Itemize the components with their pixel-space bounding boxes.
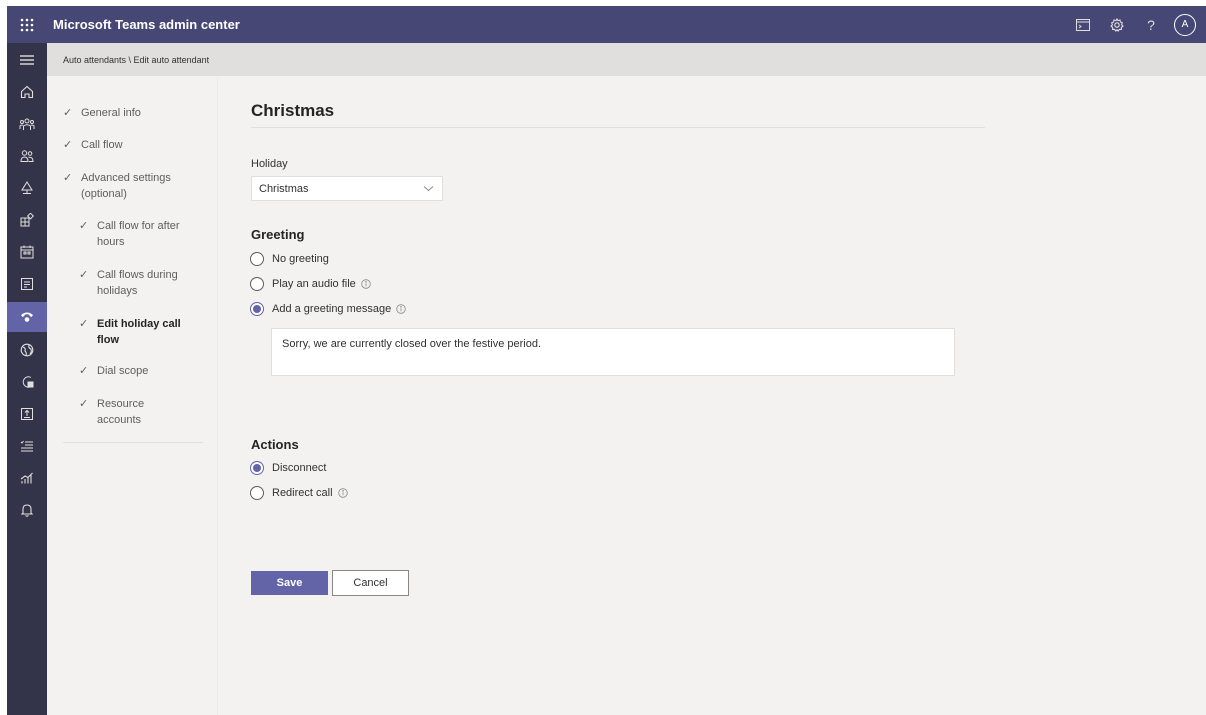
step-dial-scope[interactable]: ✓ Dial scope	[79, 363, 148, 379]
meetings-calendar-icon[interactable]	[7, 237, 47, 267]
step-call-flow[interactable]: ✓ Call flow	[63, 137, 123, 153]
save-button[interactable]: Save	[251, 571, 328, 595]
chevron-down-icon	[423, 183, 434, 197]
planning-checklist-icon[interactable]	[7, 431, 47, 461]
greeting-message-textarea[interactable]: Sorry, we are currently closed over the …	[271, 328, 955, 376]
step-label: Advanced settings (optional)	[81, 172, 171, 200]
top-icons: ? A	[1066, 6, 1202, 43]
apps-icon[interactable]	[7, 205, 47, 235]
radio-button-selected[interactable]	[250, 461, 264, 475]
step-label: Call flow	[81, 139, 123, 151]
help-icon[interactable]: ?	[1134, 6, 1168, 43]
cancel-button[interactable]: Cancel	[332, 570, 409, 596]
teams-admin-window: Microsoft Teams admin center ? A Auto at…	[7, 6, 1206, 715]
step-resource-accounts[interactable]: ✓ Resource accounts	[79, 396, 169, 428]
radio-label: Play an audio file	[272, 278, 356, 290]
holiday-dropdown-value: Christmas	[259, 182, 309, 195]
terminal-icon[interactable]	[1066, 6, 1100, 43]
teams-icon[interactable]	[7, 109, 47, 139]
step-label: Dial scope	[97, 365, 149, 377]
breadcrumb[interactable]: Auto attendants \ Edit auto attendant	[63, 55, 209, 65]
radio-label: Add a greeting message	[272, 303, 392, 315]
title-divider	[251, 127, 985, 128]
hamburger-menu-icon[interactable]	[7, 45, 47, 75]
policy-packages-icon[interactable]	[7, 367, 47, 397]
analytics-icon[interactable]	[7, 463, 47, 493]
breadcrumb-bar: Auto attendants \ Edit auto attendant	[47, 43, 1206, 76]
home-icon[interactable]	[7, 77, 47, 107]
users-icon[interactable]	[7, 141, 47, 171]
main-content: Christmas Holiday Christmas Greeting No …	[218, 76, 1206, 715]
settings-gear-icon[interactable]	[1100, 6, 1134, 43]
messaging-policies-icon[interactable]	[7, 269, 47, 299]
locations-globe-icon[interactable]	[7, 335, 47, 365]
step-label: Call flows during holidays	[97, 269, 178, 297]
step-label: General info	[81, 107, 141, 119]
step-label: Resource accounts	[97, 398, 145, 426]
radio-label: Redirect call	[272, 487, 333, 499]
info-icon[interactable]	[337, 488, 348, 498]
radio-label: No greeting	[272, 253, 329, 265]
step-advanced-settings[interactable]: ✓ Advanced settings (optional)	[63, 170, 183, 202]
checkmark-icon: ✓	[79, 220, 89, 232]
step-label: Call flow for after hours	[97, 220, 180, 248]
step-call-flows-holidays[interactable]: ✓ Call flows during holidays	[79, 267, 189, 299]
step-label: Edit holiday call flow	[97, 318, 181, 346]
checkmark-icon: ✓	[79, 269, 89, 281]
page-title: Christmas	[251, 101, 335, 120]
checkmark-icon: ✓	[79, 398, 89, 410]
left-nav-rail	[7, 43, 47, 715]
radio-add-greeting-message[interactable]: Add a greeting message	[250, 302, 406, 316]
radio-no-greeting[interactable]: No greeting	[250, 252, 329, 266]
radio-button[interactable]	[250, 486, 264, 500]
checkmark-icon: ✓	[79, 365, 89, 377]
top-bar: Microsoft Teams admin center ? A	[7, 6, 1206, 43]
holiday-dropdown[interactable]: Christmas	[251, 176, 443, 201]
info-icon[interactable]	[396, 304, 406, 314]
actions-heading: Actions	[251, 437, 299, 452]
steps-divider	[63, 442, 203, 443]
reports-export-icon[interactable]	[7, 399, 47, 429]
checkmark-icon: ✓	[63, 139, 73, 151]
step-edit-holiday-call-flow[interactable]: ✓ Edit holiday call flow	[79, 316, 189, 348]
devices-icon[interactable]	[7, 173, 47, 203]
step-call-flow-after-hours[interactable]: ✓ Call flow for after hours	[79, 218, 183, 250]
checkmark-icon: ✓	[63, 172, 73, 184]
radio-button[interactable]	[250, 252, 264, 266]
voice-phone-icon[interactable]	[7, 302, 47, 332]
info-icon[interactable]	[361, 279, 371, 289]
step-general-info[interactable]: ✓ General info	[63, 105, 141, 121]
greeting-heading: Greeting	[251, 227, 305, 242]
radio-play-audio-file[interactable]: Play an audio file	[250, 277, 371, 291]
notifications-bell-icon[interactable]	[7, 495, 47, 525]
app-title: Microsoft Teams admin center	[53, 17, 240, 32]
avatar[interactable]: A	[1174, 13, 1196, 36]
checkmark-icon: ✓	[79, 318, 89, 330]
checkmark-icon: ✓	[63, 107, 73, 119]
holiday-label: Holiday	[251, 158, 288, 170]
radio-label: Disconnect	[272, 462, 327, 474]
radio-redirect-call[interactable]: Redirect call	[250, 486, 348, 500]
app-launcher-icon[interactable]	[7, 6, 47, 43]
radio-disconnect[interactable]: Disconnect	[250, 461, 326, 475]
radio-button-selected[interactable]	[250, 302, 264, 316]
radio-button[interactable]	[250, 277, 264, 291]
account-menu[interactable]: A	[1168, 6, 1202, 43]
wizard-steps-panel: ✓ General info ✓ Call flow ✓ Advanced se…	[47, 76, 218, 715]
